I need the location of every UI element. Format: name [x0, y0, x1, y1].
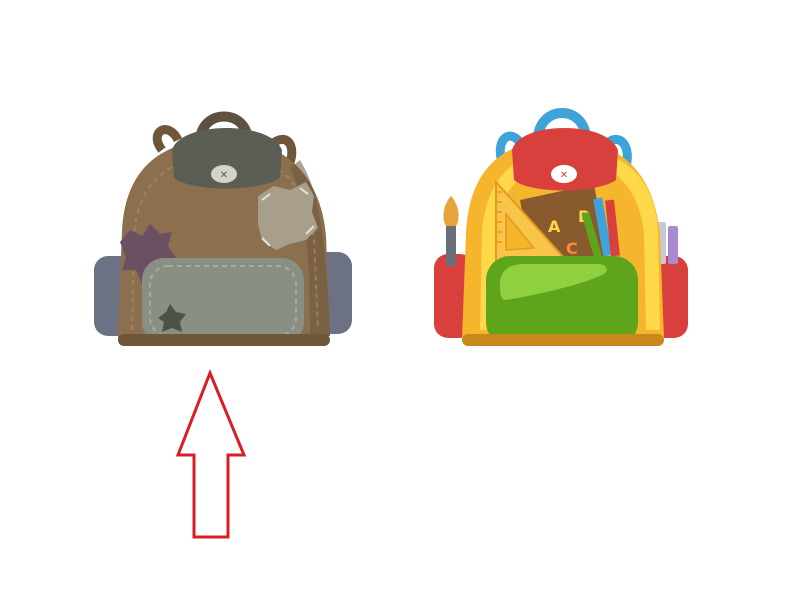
new-backpack-book-letter-a: A [548, 217, 561, 236]
old-backpack-front-pocket [142, 258, 304, 344]
new-backpack: A B C ✕ [434, 108, 688, 346]
new-backpack-bottom [462, 334, 664, 346]
old-backpack-button-mark: ✕ [220, 170, 228, 181]
old-backpack-bottom [118, 334, 330, 346]
new-backpack-paintbrush-handle [446, 224, 456, 266]
new-backpack-marker-2 [668, 226, 678, 264]
new-backpack-button-mark: ✕ [560, 170, 568, 181]
illustration-canvas: ✕ A C ✕ [94, 108, 688, 539]
scene: ✕ A C ✕ [0, 0, 800, 600]
new-backpack-paintbrush-tip [443, 196, 459, 226]
new-backpack-book-letter-c: C [566, 239, 578, 258]
old-backpack: ✕ [94, 111, 352, 346]
up-arrow-outline-icon [175, 368, 247, 539]
